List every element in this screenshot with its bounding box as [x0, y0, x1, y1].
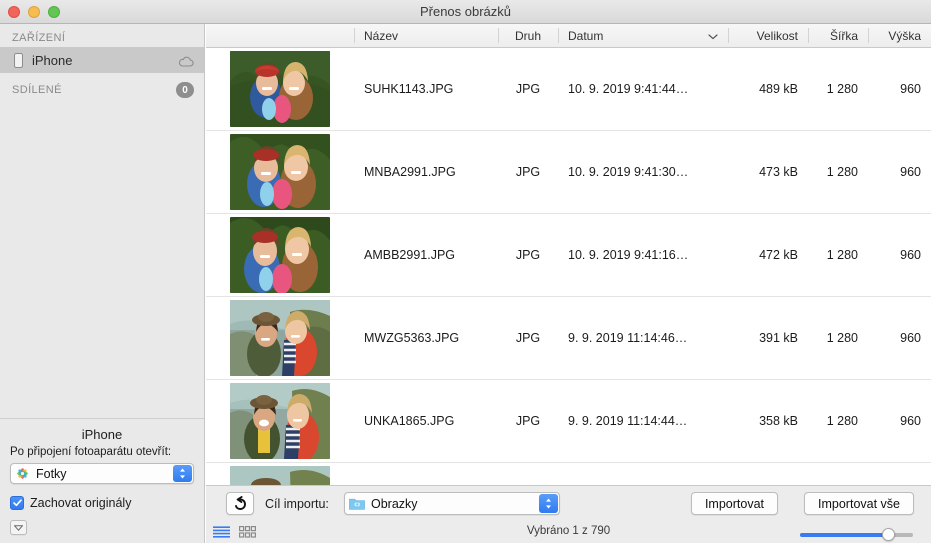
device-settings-panel: iPhone Po připojení fotoaparátu otevřít: [0, 418, 204, 543]
cell-width: 1 280 [826, 331, 858, 345]
keep-originals-checkbox[interactable] [10, 496, 24, 510]
cell-height: 960 [900, 248, 921, 262]
destination-popup[interactable]: Obrazky [344, 492, 560, 515]
table-row[interactable]: AMBB2991.JPG JPG 10. 9. 2019 9:41:16… 47… [206, 214, 931, 297]
slider-knob[interactable] [882, 528, 895, 541]
cell-date: 9. 9. 2019 11:14:44… [568, 414, 688, 428]
column-header-kind[interactable]: Druh [498, 24, 558, 47]
cell-kind: JPG [515, 165, 541, 179]
table-row[interactable]: SUHK1143.JPG JPG 10. 9. 2019 9:41:44… 48… [206, 48, 931, 131]
image-capture-window: Přenos obrázků ZAŘÍZENÍ iPhone SDÍLENÉ 0… [0, 0, 931, 543]
import-button[interactable]: Importovat [690, 492, 778, 515]
sort-chevron-down-icon [708, 29, 718, 43]
device-name: iPhone [81, 427, 123, 442]
disclosure-button[interactable] [10, 520, 27, 535]
cell-width: 1 280 [826, 248, 858, 262]
cell-kind: JPG [515, 82, 541, 96]
popup-arrows-icon [539, 494, 558, 513]
cell-size: 358 kB [759, 414, 798, 428]
row-thumbnail [206, 466, 354, 485]
column-header-height[interactable]: Výška [868, 24, 931, 47]
keep-originals-row[interactable]: Zachovat originály [10, 496, 194, 510]
cell-kind: JPG [515, 414, 541, 428]
popup-arrows-icon [173, 465, 192, 482]
thumbnail-image [230, 51, 330, 127]
table-row[interactable] [206, 463, 931, 485]
cell-height: 960 [900, 165, 921, 179]
zoom-slider[interactable] [800, 528, 913, 542]
cell-name: MNBA2991.JPG [364, 165, 456, 179]
keep-originals-label: Zachovat originály [30, 496, 132, 510]
row-thumbnail [206, 134, 354, 210]
cell-kind: JPG [515, 331, 541, 345]
column-header-name[interactable]: Název [354, 24, 498, 47]
cell-date: 10. 9. 2019 9:41:44… [568, 82, 689, 96]
sidebar-section-devices-header: ZAŘÍZENÍ [12, 32, 66, 44]
thumbnail-image [230, 383, 330, 459]
cell-date: 9. 9. 2019 11:14:46… [568, 331, 688, 345]
status-row: Vybráno 1 z 790 [206, 522, 931, 543]
row-thumbnail [206, 217, 354, 293]
bottom-toolbar: Cíl importu: Obrazky Importovat Importov… [206, 485, 931, 543]
cell-size: 391 kB [759, 331, 798, 345]
sidebar-section-shared-header: SDÍLENÉ [12, 84, 62, 96]
sidebar-section-shared: SDÍLENÉ 0 [0, 73, 204, 101]
sidebar: ZAŘÍZENÍ iPhone SDÍLENÉ 0 iPhone Po přip… [0, 24, 205, 543]
titlebar: Přenos obrázků [0, 0, 931, 24]
cell-height: 960 [900, 414, 921, 428]
open-on-connect-label: Po připojení fotoaparátu otevřít: [10, 446, 172, 458]
table-row[interactable]: UNKA1865.JPG JPG 9. 9. 2019 11:14:44… 35… [206, 380, 931, 463]
cell-height: 960 [900, 82, 921, 96]
cell-size: 473 kB [759, 165, 798, 179]
row-thumbnail [206, 300, 354, 376]
import-controls-row: Cíl importu: Obrazky Importovat Importov… [206, 486, 931, 522]
cell-height: 960 [900, 331, 921, 345]
column-header-date[interactable]: Datum [558, 24, 728, 47]
thumbnail-image [230, 300, 330, 376]
table-row[interactable]: MNBA2991.JPG JPG 10. 9. 2019 9:41:30… 47… [206, 131, 931, 214]
cell-width: 1 280 [826, 165, 858, 179]
phone-icon [14, 52, 23, 68]
cell-name: AMBB2991.JPG [364, 248, 456, 262]
cell-width: 1 280 [826, 82, 858, 96]
cell-size: 472 kB [759, 248, 798, 262]
cell-date: 10. 9. 2019 9:41:16… [568, 248, 689, 262]
shared-count-badge: 0 [176, 82, 194, 98]
row-thumbnail [206, 51, 354, 127]
rotate-left-button[interactable] [226, 492, 254, 515]
table-header: Název Druh Datum Velikost Šířka Výška [206, 24, 931, 48]
folder-icon [349, 497, 365, 510]
destination-label: Cíl importu: [265, 497, 329, 511]
cell-size: 489 kB [759, 82, 798, 96]
column-header-thumbnail[interactable] [206, 24, 354, 47]
cell-date: 10. 9. 2019 9:41:30… [568, 165, 689, 179]
cell-name: MWZG5363.JPG [364, 331, 460, 345]
file-list[interactable]: SUHK1143.JPG JPG 10. 9. 2019 9:41:44… 48… [206, 48, 931, 485]
cell-name: UNKA1865.JPG [364, 414, 455, 428]
cell-kind: JPG [515, 248, 541, 262]
thumbnail-image [230, 466, 330, 485]
open-app-popup[interactable]: Fotky [10, 463, 194, 484]
cell-width: 1 280 [826, 414, 858, 428]
slider-fill [800, 533, 889, 537]
cell-name: SUHK1143.JPG [364, 82, 454, 96]
thumbnail-image [230, 134, 330, 210]
window-title: Přenos obrázků [419, 4, 512, 19]
sidebar-item-label: iPhone [32, 52, 73, 68]
sidebar-item-iphone[interactable]: iPhone [0, 47, 204, 73]
photos-app-icon [15, 466, 30, 481]
cloud-icon[interactable] [178, 55, 194, 67]
thumbnail-image [230, 217, 330, 293]
column-header-size[interactable]: Velikost [728, 24, 808, 47]
row-thumbnail [206, 383, 354, 459]
import-all-button[interactable]: Importovat vše [804, 492, 914, 515]
column-header-width[interactable]: Šířka [808, 24, 868, 47]
destination-value: Obrazky [371, 496, 418, 511]
table-row[interactable]: MWZG5363.JPG JPG 9. 9. 2019 11:14:46… 39… [206, 297, 931, 380]
open-app-value: Fotky [36, 466, 67, 481]
